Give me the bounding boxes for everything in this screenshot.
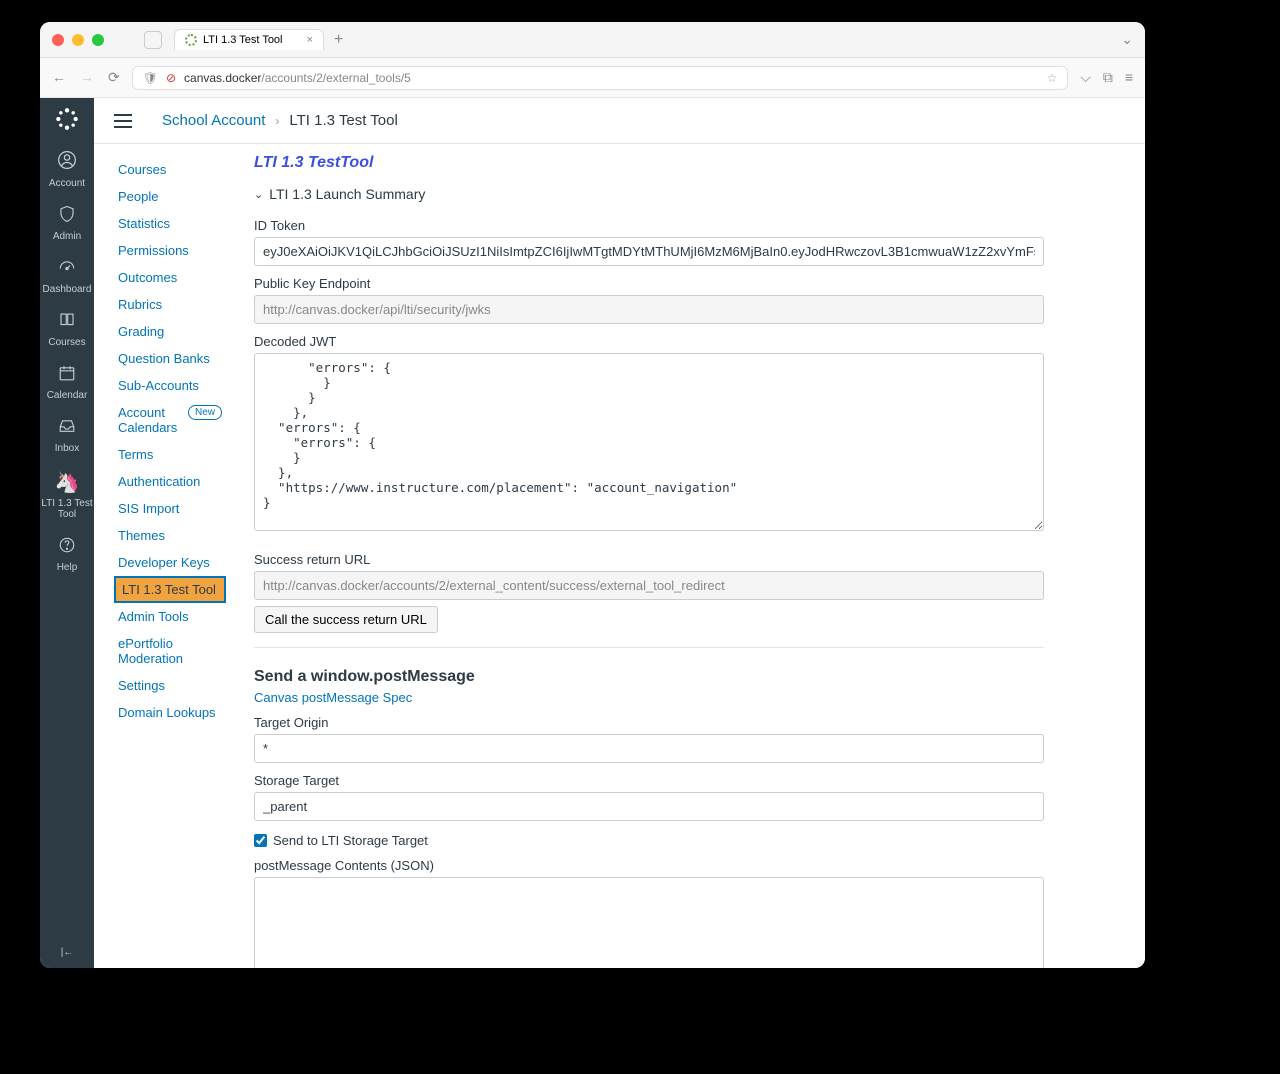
- dropdown-caret-icon[interactable]: ⌄: [1121, 31, 1133, 48]
- nav-help[interactable]: Help: [40, 528, 94, 581]
- success-url-label: Success return URL: [254, 552, 1135, 567]
- subnav-developer-keys[interactable]: Developer Keys: [114, 549, 226, 576]
- inbox-icon: [58, 417, 76, 440]
- subnav-sis-import[interactable]: SIS Import: [114, 495, 226, 522]
- bookmark-star-icon[interactable]: ☆: [1046, 71, 1057, 85]
- target-origin-input[interactable]: [254, 734, 1044, 763]
- pubkey-label: Public Key Endpoint: [254, 276, 1135, 291]
- nav-lti-tool[interactable]: 🦄 LTI 1.3 Test Tool: [40, 462, 94, 528]
- shield-nav-icon: [58, 205, 76, 228]
- subnav-account-calendars[interactable]: Account Calendars: [114, 399, 184, 441]
- subnav-statistics[interactable]: Statistics: [114, 210, 226, 237]
- subnav-eportfolio-moderation[interactable]: ePortfolio Moderation: [114, 630, 226, 672]
- pocket-icon[interactable]: ⌵: [1080, 69, 1091, 86]
- menu-icon[interactable]: ≡: [1125, 69, 1133, 86]
- close-window-button[interactable]: [52, 34, 64, 46]
- breadcrumb-current: LTI 1.3 Test Tool: [289, 112, 397, 129]
- id-token-input[interactable]: [254, 237, 1044, 266]
- pubkey-input[interactable]: [254, 295, 1044, 324]
- minimize-window-button[interactable]: [72, 34, 84, 46]
- breadcrumbs: School Account › LTI 1.3 Test Tool: [94, 98, 1145, 144]
- subnav-question-banks[interactable]: Question Banks: [114, 345, 226, 372]
- subnav-outcomes[interactable]: Outcomes: [114, 264, 226, 291]
- reload-button[interactable]: ⟳: [108, 69, 120, 86]
- forward-button[interactable]: →: [80, 69, 94, 86]
- browser-tab[interactable]: LTI 1.3 Test Tool ×: [174, 29, 324, 50]
- maximize-window-button[interactable]: [92, 34, 104, 46]
- chevron-right-icon: ›: [275, 114, 279, 128]
- subnav-grading[interactable]: Grading: [114, 318, 226, 345]
- launch-summary-label: LTI 1.3 Launch Summary: [269, 186, 425, 202]
- id-token-label: ID Token: [254, 218, 1135, 233]
- sub-navigation: Courses People Statistics Permissions Ou…: [94, 144, 234, 968]
- nav-courses[interactable]: Courses: [40, 303, 94, 356]
- shield-icon: 🛡︎: [143, 71, 158, 85]
- post-contents-label: postMessage Contents (JSON): [254, 858, 1135, 873]
- jwt-label: Decoded JWT: [254, 334, 1135, 349]
- tab-favicon-icon: [185, 34, 197, 46]
- page-body: LTI 1.3 TestTool ⌄ LTI 1.3 Launch Summar…: [234, 144, 1145, 968]
- global-nav: Account Admin Dashboard Courses Calendar…: [40, 98, 94, 968]
- sidebar-toggle-icon[interactable]: [144, 31, 162, 49]
- post-contents-textarea[interactable]: [254, 877, 1044, 968]
- app-shell: Account Admin Dashboard Courses Calendar…: [40, 98, 1145, 968]
- launch-summary-toggle[interactable]: ⌄ LTI 1.3 Launch Summary: [254, 180, 1135, 208]
- success-url-input[interactable]: [254, 571, 1044, 600]
- url-path: /accounts/2/external_tools/5: [261, 71, 410, 85]
- subnav-courses[interactable]: Courses: [114, 156, 226, 183]
- nav-dashboard[interactable]: Dashboard: [40, 250, 94, 303]
- target-origin-label: Target Origin: [254, 715, 1135, 730]
- back-button[interactable]: ←: [52, 69, 66, 86]
- subnav-permissions[interactable]: Permissions: [114, 237, 226, 264]
- canvas-logo-icon[interactable]: [52, 104, 82, 134]
- jwt-textarea[interactable]: [254, 353, 1044, 531]
- storage-target-input[interactable]: [254, 792, 1044, 821]
- new-badge: New: [188, 405, 222, 420]
- chevron-down-icon: ⌄: [254, 188, 263, 201]
- collapse-nav-button[interactable]: |←: [40, 937, 94, 968]
- hamburger-menu-button[interactable]: [114, 114, 132, 128]
- calendar-icon: [58, 364, 76, 387]
- subnav-domain-lookups[interactable]: Domain Lookups: [114, 699, 226, 726]
- help-icon: [58, 536, 76, 559]
- nav-admin[interactable]: Admin: [40, 197, 94, 250]
- storage-target-label: Storage Target: [254, 773, 1135, 788]
- subnav-settings[interactable]: Settings: [114, 672, 226, 699]
- subnav-people[interactable]: People: [114, 183, 226, 210]
- tab-title: LTI 1.3 Test Tool: [203, 34, 283, 46]
- page-title: LTI 1.3 TestTool: [254, 154, 1135, 172]
- subnav-terms[interactable]: Terms: [114, 441, 226, 468]
- tab-close-icon[interactable]: ×: [307, 34, 313, 46]
- subnav-rubrics[interactable]: Rubrics: [114, 291, 226, 318]
- url-field[interactable]: 🛡︎ ⊘ canvas.docker/accounts/2/external_t…: [132, 66, 1068, 90]
- subnav-sub-accounts[interactable]: Sub-Accounts: [114, 372, 226, 399]
- subnav-lti-test-tool[interactable]: LTI 1.3 Test Tool: [114, 576, 226, 603]
- window-controls: [52, 34, 104, 46]
- url-bar: ← → ⟳ 🛡︎ ⊘ canvas.docker/accounts/2/exte…: [40, 58, 1145, 98]
- speedometer-icon: [58, 258, 76, 281]
- extensions-icon[interactable]: ⧉: [1103, 69, 1113, 86]
- user-circle-icon: [57, 150, 77, 175]
- post-message-spec-link[interactable]: Canvas postMessage Spec: [254, 690, 412, 705]
- url-domain: canvas.docker: [184, 71, 261, 85]
- titlebar: LTI 1.3 Test Tool × + ⌄: [40, 22, 1145, 58]
- subnav-admin-tools[interactable]: Admin Tools: [114, 603, 226, 630]
- browser-window: LTI 1.3 Test Tool × + ⌄ ← → ⟳ 🛡︎ ⊘ canva…: [40, 22, 1145, 968]
- content-area: School Account › LTI 1.3 Test Tool Cours…: [94, 98, 1145, 968]
- nav-calendar[interactable]: Calendar: [40, 356, 94, 409]
- subnav-authentication[interactable]: Authentication: [114, 468, 226, 495]
- send-to-storage-checkbox[interactable]: [254, 834, 267, 847]
- nav-account[interactable]: Account: [40, 142, 94, 197]
- call-success-url-button[interactable]: Call the success return URL: [254, 606, 438, 633]
- breadcrumb-root[interactable]: School Account: [162, 112, 265, 129]
- nav-inbox[interactable]: Inbox: [40, 409, 94, 462]
- send-to-storage-label: Send to LTI Storage Target: [273, 833, 428, 848]
- unicorn-icon: 🦄: [55, 470, 80, 495]
- post-message-heading: Send a window.postMessage: [254, 668, 1135, 686]
- new-tab-button[interactable]: +: [334, 31, 343, 49]
- book-icon: [58, 311, 76, 334]
- lock-icon: ⊘: [166, 71, 176, 85]
- subnav-themes[interactable]: Themes: [114, 522, 226, 549]
